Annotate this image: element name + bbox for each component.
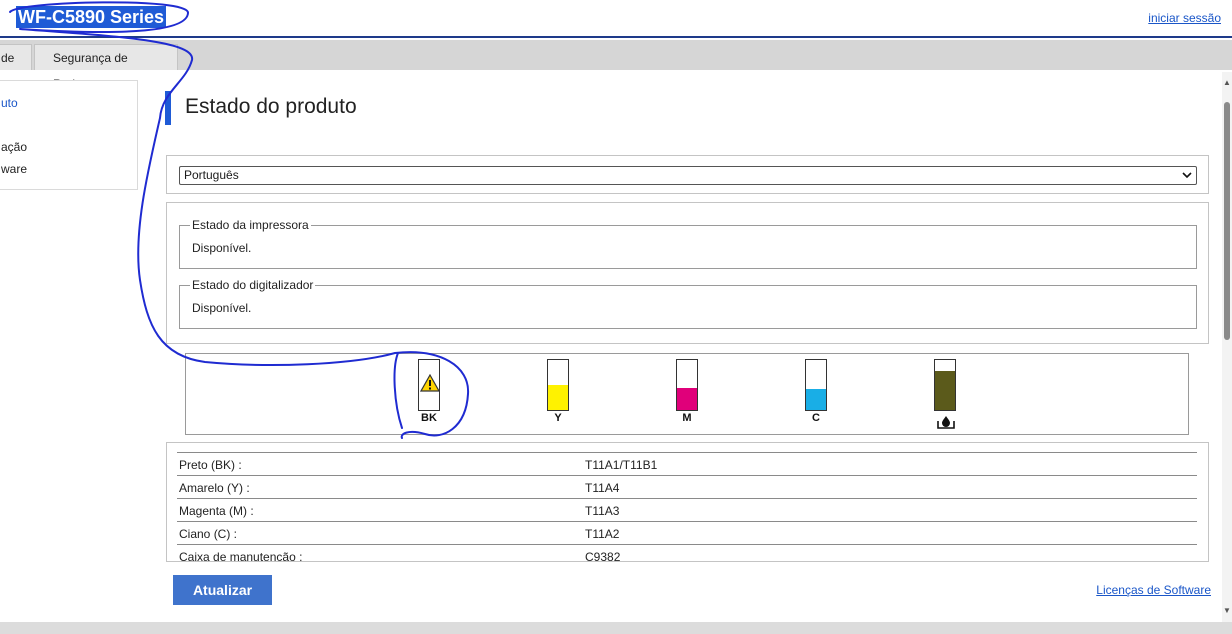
cartridge-name: Magenta (M) : [179, 504, 254, 518]
cartridge-name: Ciano (C) : [179, 527, 238, 541]
ink-cartridge-y [547, 359, 569, 411]
cartridge-table: Preto (BK) : T11A1/T11B1 Amarelo (Y) : T… [166, 442, 1209, 562]
ink-label-c: C [812, 412, 820, 424]
ink-fill-y [548, 385, 568, 410]
scroll-down-icon[interactable]: ▼ [1223, 606, 1231, 615]
maintenance-box [934, 359, 956, 411]
scanner-status-group: Estado do digitalizador Disponível. [179, 278, 1197, 329]
language-select[interactable]: Português [179, 166, 1197, 185]
nav-item-configuration[interactable]: ação [1, 140, 27, 154]
cartridge-name: Preto (BK) : [179, 458, 242, 472]
bottom-strip [0, 622, 1232, 634]
table-row: Magenta (M) : T11A3 [177, 498, 1197, 521]
ink-label-y: Y [554, 412, 562, 424]
maintenance-box-fill [935, 371, 955, 410]
cartridge-name: Amarelo (Y) : [179, 481, 250, 495]
language-select-value: Português [184, 168, 239, 182]
ink-levels-panel: BK Y M C [185, 353, 1189, 435]
cartridge-code: T11A1/T11B1 [585, 458, 658, 472]
status-panel: Estado da impressora Disponível. Estado … [166, 202, 1209, 344]
scanner-status-label: Estado do digitalizador [190, 278, 316, 292]
ink-cartridge-bk [418, 359, 440, 411]
header-bar: WF-C5890 Series iniciar sessão [0, 0, 1232, 38]
product-title: WF-C5890 Series [16, 6, 167, 28]
left-nav: uto ação ware [0, 80, 138, 190]
table-row: Ciano (C) : T11A2 [177, 521, 1197, 544]
maintenance-box-icon [936, 415, 956, 434]
cartridge-code: C9382 [585, 550, 621, 562]
printer-status-value: Disponível. [192, 241, 252, 255]
software-licenses-link[interactable]: Licenças de Software [1096, 583, 1211, 597]
ink-fill-c [806, 389, 826, 410]
cartridge-code: T11A3 [585, 504, 620, 518]
tab-network-security[interactable]: Segurança de Rede [34, 44, 178, 91]
cartridge-name: Caixa de manutenção : [179, 550, 303, 562]
printer-status-group: Estado da impressora Disponível. [179, 218, 1197, 269]
warning-icon [419, 373, 439, 397]
title-accent-bar [165, 91, 171, 125]
table-row: Preto (BK) : T11A1/T11B1 [177, 452, 1197, 475]
ink-cartridge-m [676, 359, 698, 411]
vertical-scrollbar[interactable]: ▲ ▼ [1222, 72, 1232, 622]
page-title: Estado do produto [185, 95, 357, 118]
tab-bar: de Segurança de Rede [0, 40, 1232, 91]
cartridge-code: T11A2 [585, 527, 620, 541]
chevron-down-icon [1182, 167, 1192, 189]
refresh-button[interactable]: Atualizar [173, 575, 272, 605]
scrollbar-thumb[interactable] [1224, 102, 1230, 340]
nav-item-product-status[interactable]: uto [1, 96, 18, 110]
nav-item-software[interactable]: ware [1, 162, 27, 176]
language-panel: Português [166, 155, 1209, 194]
page: WF-C5890 Series iniciar sessão de Segura… [0, 0, 1232, 634]
ink-label-m: M [682, 412, 692, 424]
printer-status-label: Estado da impressora [190, 218, 311, 232]
ink-cartridge-c [805, 359, 827, 411]
ink-label-bk: BK [421, 412, 437, 424]
table-row: Caixa de manutenção : C9382 [177, 544, 1197, 562]
login-link[interactable]: iniciar sessão [1148, 11, 1221, 25]
ink-fill-m [677, 387, 697, 410]
table-row: Amarelo (Y) : T11A4 [177, 475, 1197, 498]
tab-partial[interactable]: de [0, 44, 32, 70]
scanner-status-value: Disponível. [192, 301, 252, 315]
scroll-up-icon[interactable]: ▲ [1223, 78, 1231, 87]
cartridge-code: T11A4 [585, 481, 620, 495]
